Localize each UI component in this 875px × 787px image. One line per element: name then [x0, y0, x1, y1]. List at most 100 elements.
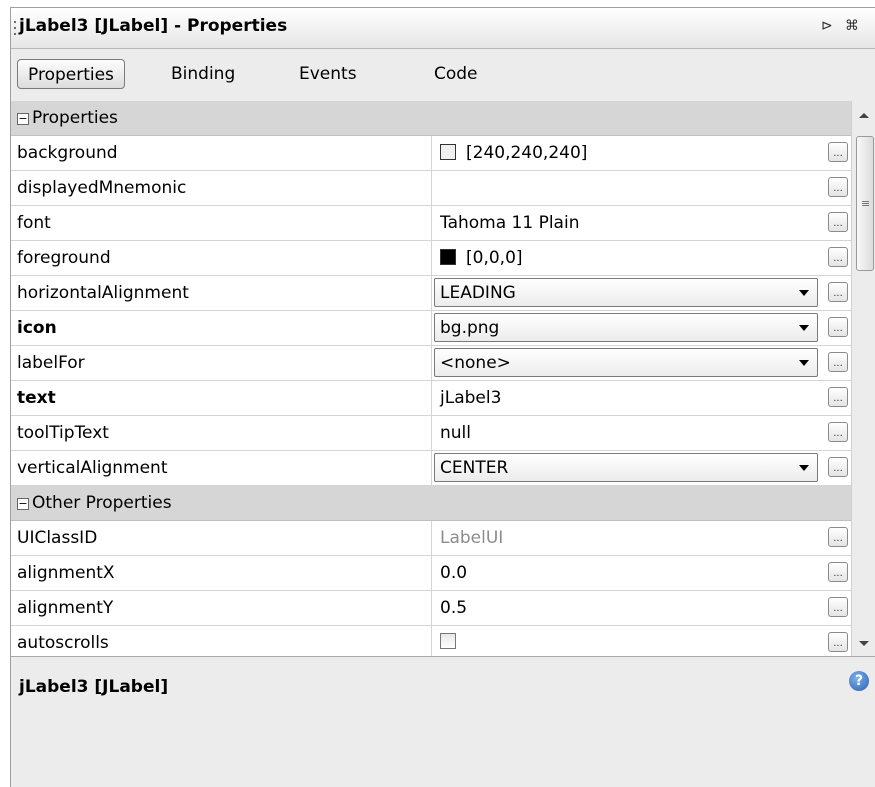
property-value: 0.5 — [440, 598, 468, 618]
color-swatch — [440, 144, 456, 160]
tab-properties[interactable]: Properties — [17, 59, 125, 89]
labelfor-dropdown[interactable]: <none> — [434, 348, 818, 377]
category-other-properties[interactable]: − Other Properties — [11, 486, 851, 521]
property-row-alignmentx[interactable]: alignmentX 0.0 ... — [11, 556, 851, 591]
property-value: jLabel3 — [440, 388, 502, 408]
scroll-thumb[interactable]: ≡ — [856, 136, 874, 271]
dropdown-arrow-icon[interactable] — [799, 325, 809, 331]
property-value-cell[interactable]: [240,240,240] ... — [431, 136, 851, 170]
tab-code[interactable]: Code — [424, 59, 488, 89]
category-label: Properties — [32, 108, 118, 128]
property-value: LabelUI — [440, 528, 504, 548]
properties-window: jLabel3 [JLabel] - Properties ⊳ ⌘ Proper… — [10, 7, 875, 787]
tab-binding[interactable]: Binding — [161, 59, 245, 89]
property-name: font — [17, 213, 51, 233]
icon-dropdown[interactable]: bg.png — [434, 313, 818, 342]
property-value-cell[interactable]: CENTER ... — [431, 451, 851, 485]
property-value: null — [440, 423, 471, 443]
collapse-icon[interactable]: − — [17, 113, 29, 125]
property-name: labelFor — [17, 353, 85, 373]
property-value-cell[interactable]: LEADING ... — [431, 276, 851, 310]
property-row-uiclassid[interactable]: UIClassID LabelUI ... — [11, 521, 851, 556]
property-value-cell[interactable]: jLabel3 ... — [431, 381, 851, 415]
vertical-scrollbar[interactable]: ≡ — [851, 101, 875, 656]
property-value-cell[interactable]: Tahoma 11 Plain ... — [431, 206, 851, 240]
dropdown-value: bg.png — [440, 318, 500, 338]
dropdown-value: CENTER — [440, 458, 509, 478]
property-name: foreground — [17, 248, 111, 268]
property-name: icon — [17, 318, 57, 338]
ellipsis-button[interactable]: ... — [828, 247, 848, 267]
ellipsis-button[interactable]: ... — [828, 597, 848, 617]
property-value: 0.0 — [440, 563, 468, 583]
property-row-verticalalignment[interactable]: verticalAlignment CENTER ... — [11, 451, 851, 486]
property-value-cell[interactable]: 0.5 ... — [431, 591, 851, 625]
ellipsis-button[interactable]: ... — [828, 387, 848, 407]
help-icon[interactable]: ? — [849, 671, 869, 691]
property-row-icon[interactable]: icon bg.png ... — [11, 311, 851, 346]
property-row-foreground[interactable]: foreground [0,0,0] ... — [11, 241, 851, 276]
color-swatch — [440, 249, 456, 265]
dropdown-arrow-icon[interactable] — [799, 465, 809, 471]
property-row-autoscrolls[interactable]: autoscrolls ... — [11, 626, 851, 656]
property-sheet: − Properties background [240,240,240] ...… — [11, 101, 851, 656]
property-value-cell[interactable]: 0.0 ... — [431, 556, 851, 590]
property-row-labelfor[interactable]: labelFor <none> ... — [11, 346, 851, 381]
dropdown-value: LEADING — [440, 283, 516, 303]
description-pane: jLabel3 [JLabel] ? — [11, 656, 875, 787]
category-label: Other Properties — [32, 493, 172, 513]
property-value-cell[interactable]: ... — [431, 171, 851, 205]
property-name: verticalAlignment — [17, 458, 168, 478]
alignment-dropdown[interactable]: CENTER — [434, 453, 818, 482]
property-value-cell[interactable]: bg.png ... — [431, 311, 851, 345]
property-value-cell[interactable]: [0,0,0] ... — [431, 241, 851, 275]
property-name: text — [17, 388, 56, 408]
ellipsis-button[interactable]: ... — [828, 212, 848, 232]
tab-bar: Properties Binding Events Code — [11, 49, 875, 102]
scroll-down-icon[interactable] — [859, 641, 869, 646]
ellipsis-button[interactable]: ... — [828, 632, 848, 652]
property-value-cell[interactable]: null ... — [431, 416, 851, 450]
dropdown-arrow-icon[interactable] — [799, 360, 809, 366]
property-name: alignmentX — [17, 563, 115, 583]
property-value: [0,0,0] — [466, 248, 523, 268]
property-name: UIClassID — [17, 528, 98, 548]
property-name: displayedMnemonic — [17, 178, 187, 198]
scroll-up-icon[interactable] — [859, 113, 869, 118]
property-row-tooltiptext[interactable]: toolTipText null ... — [11, 416, 851, 451]
description-title: jLabel3 [JLabel] — [19, 677, 169, 697]
property-value: Tahoma 11 Plain — [440, 213, 580, 233]
property-name: toolTipText — [17, 423, 109, 443]
tab-events[interactable]: Events — [289, 59, 367, 89]
alignment-dropdown[interactable]: LEADING — [434, 278, 818, 307]
property-row-font[interactable]: font Tahoma 11 Plain ... — [11, 206, 851, 241]
category-properties[interactable]: − Properties — [11, 101, 851, 136]
window-titlebar[interactable]: jLabel3 [JLabel] - Properties ⊳ ⌘ — [11, 8, 875, 49]
ellipsis-button[interactable]: ... — [828, 527, 848, 547]
ellipsis-button[interactable]: ... — [828, 457, 848, 477]
property-value-cell[interactable]: ... — [431, 626, 851, 656]
ellipsis-button[interactable]: ... — [828, 142, 848, 162]
property-row-background[interactable]: background [240,240,240] ... — [11, 136, 851, 171]
ellipsis-button[interactable]: ... — [828, 352, 848, 372]
pin-icon[interactable]: ⊳ — [821, 18, 833, 34]
ellipsis-button[interactable]: ... — [828, 422, 848, 442]
ellipsis-button[interactable]: ... — [828, 562, 848, 582]
property-row-text[interactable]: text jLabel3 ... — [11, 381, 851, 416]
ellipsis-button[interactable]: ... — [828, 317, 848, 337]
drag-grip-icon[interactable] — [13, 19, 17, 37]
property-row-alignmenty[interactable]: alignmentY 0.5 ... — [11, 591, 851, 626]
property-name: autoscrolls — [17, 633, 109, 653]
property-name: background — [17, 143, 118, 163]
ellipsis-button[interactable]: ... — [828, 282, 848, 302]
maximize-icon[interactable]: ⌘ — [845, 18, 859, 34]
collapse-icon[interactable]: − — [17, 498, 29, 510]
ellipsis-button[interactable]: ... — [828, 177, 848, 197]
property-value-cell[interactable]: <none> ... — [431, 346, 851, 380]
dropdown-value: <none> — [440, 353, 511, 373]
property-row-displayedmnemonic[interactable]: displayedMnemonic ... — [11, 171, 851, 206]
property-row-horizontalalignment[interactable]: horizontalAlignment LEADING ... — [11, 276, 851, 311]
autoscrolls-checkbox[interactable] — [440, 633, 456, 649]
dropdown-arrow-icon[interactable] — [799, 290, 809, 296]
grip-lines-icon: ≡ — [861, 197, 871, 210]
